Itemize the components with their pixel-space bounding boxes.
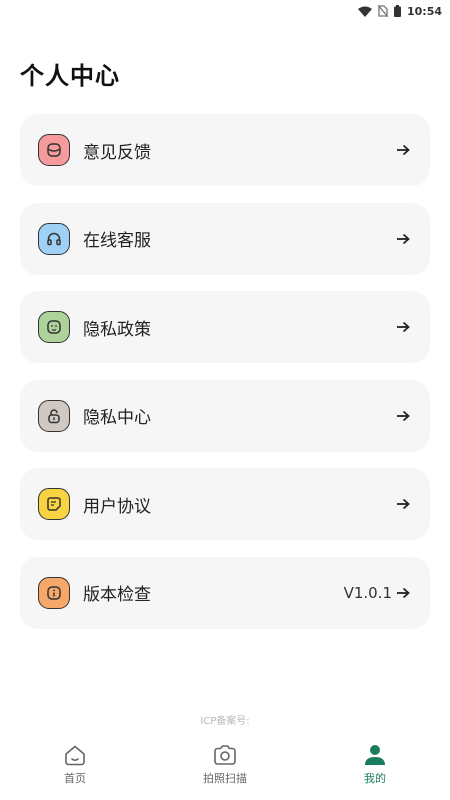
arrow-right-icon	[397, 144, 410, 156]
status-time: 10:54	[406, 4, 442, 18]
face-icon	[38, 311, 70, 343]
home-icon	[65, 745, 85, 766]
document-icon	[38, 488, 70, 520]
lock-icon	[38, 399, 70, 432]
no-sim-icon	[377, 5, 388, 17]
arrow-right-icon	[397, 233, 410, 244]
bottom-nav: 首页 拍照扫描 我的	[0, 736, 450, 800]
menu-item-version-check[interactable]: 版本检查 V1.0.1	[20, 556, 430, 629]
icp-text: ICP备案号:	[200, 716, 250, 727]
menu-item-label: 用户协议	[83, 496, 151, 517]
tab-mine[interactable]: 我的	[300, 736, 450, 800]
arrow-right-icon	[397, 498, 410, 510]
arrow-right-icon	[397, 321, 410, 333]
tab-mine-label: 我的	[364, 772, 386, 785]
battery-icon	[393, 5, 401, 17]
arrow-right-icon	[397, 410, 410, 421]
headset-icon	[38, 222, 70, 255]
menu-list: 意见反馈 在线客服 隐私政策 隐私中心 用户协议 版本检查 V1.0.1	[20, 114, 430, 645]
tab-home-label: 首页	[64, 772, 86, 785]
page-title: 个人中心	[20, 62, 120, 90]
feedback-icon	[38, 134, 70, 166]
menu-item-label: 隐私中心	[83, 408, 151, 428]
menu-item-label: 隐私政策	[83, 319, 151, 340]
menu-item-feedback[interactable]: 意见反馈	[20, 114, 430, 186]
tab-home[interactable]: 首页	[0, 736, 150, 800]
menu-item-label: 意见反馈	[83, 142, 151, 163]
version-value: V1.0.1	[343, 583, 392, 602]
menu-item-user-agreement[interactable]: 用户协议	[20, 468, 430, 540]
menu-item-privacy-center[interactable]: 隐私中心	[20, 379, 430, 452]
tab-scan[interactable]: 拍照扫描	[150, 736, 300, 800]
menu-item-online-service[interactable]: 在线客服	[20, 202, 430, 275]
arrow-right-icon	[397, 587, 410, 598]
info-icon	[38, 576, 70, 609]
menu-item-privacy-policy[interactable]: 隐私政策	[20, 291, 430, 363]
camera-icon	[214, 745, 236, 765]
status-bar: 10:54	[0, 0, 450, 22]
menu-item-label: 版本检查	[83, 585, 151, 605]
tab-scan-label: 拍照扫描	[203, 772, 247, 785]
user-icon	[365, 745, 385, 765]
menu-item-label: 在线客服	[83, 231, 151, 251]
wifi-icon	[357, 6, 372, 17]
